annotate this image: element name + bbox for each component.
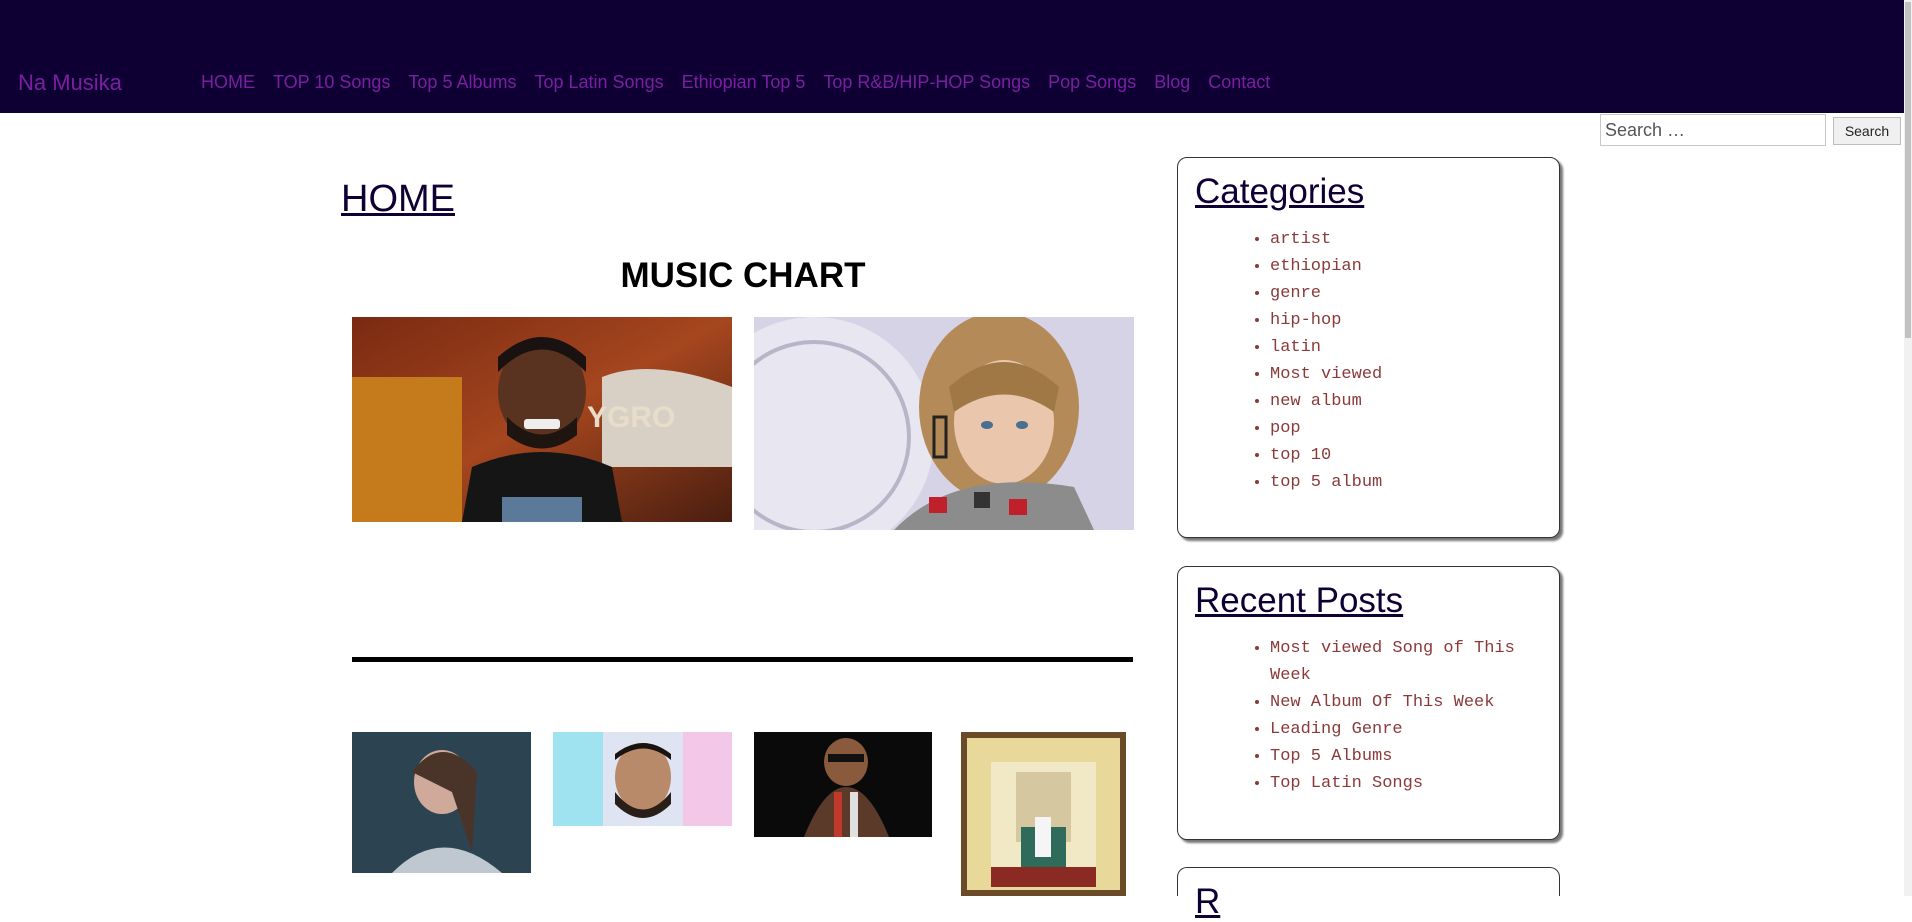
category-link-ethiopian[interactable]: ethiopian xyxy=(1270,257,1362,276)
categories-list: artist ethiopian genre hip-hop latin Mos… xyxy=(1252,226,1560,496)
nav-item-home[interactable]: HOME xyxy=(201,72,255,93)
categories-widget: Categories artist ethiopian genre hip-ho… xyxy=(1177,157,1560,538)
recent-post-link-top-5-albums[interactable]: Top 5 Albums xyxy=(1270,747,1392,766)
category-link-genre[interactable]: genre xyxy=(1270,284,1321,303)
category-item: ethiopian xyxy=(1270,253,1560,280)
third-widget-title: R xyxy=(1195,882,1221,921)
recent-post-item: Top 5 Albums xyxy=(1270,743,1560,770)
recent-post-link-top-latin-songs[interactable]: Top Latin Songs xyxy=(1270,774,1423,793)
third-widget: R xyxy=(1177,867,1560,921)
recent-post-link-most-viewed-song[interactable]: Most viewed Song of This Week xyxy=(1270,639,1515,685)
recent-post-item: New Album Of This Week xyxy=(1270,689,1560,716)
category-link-top-10[interactable]: top 10 xyxy=(1270,446,1331,465)
category-link-new-album[interactable]: new album xyxy=(1270,392,1362,411)
nav-item-pop-songs[interactable]: Pop Songs xyxy=(1048,72,1136,93)
page-title[interactable]: HOME xyxy=(341,178,455,221)
main-nav: HOME TOP 10 Songs Top 5 Albums Top Latin… xyxy=(201,72,1288,93)
scrollbar-thumb[interactable] xyxy=(1905,2,1911,338)
category-item: top 5 album xyxy=(1270,469,1560,496)
category-link-pop[interactable]: pop xyxy=(1270,419,1301,438)
site-header: Na Musika HOME TOP 10 Songs Top 5 Albums… xyxy=(0,0,1904,113)
recent-post-item: Most viewed Song of This Week xyxy=(1270,635,1560,689)
category-item: hip-hop xyxy=(1270,307,1560,334)
recent-post-link-leading-genre[interactable]: Leading Genre xyxy=(1270,720,1403,739)
category-link-most-viewed[interactable]: Most viewed xyxy=(1270,365,1382,384)
svg-text:YGRO: YGRO xyxy=(587,401,675,434)
nav-item-ethiopian-top-5[interactable]: Ethiopian Top 5 xyxy=(682,72,806,93)
section-divider xyxy=(352,657,1133,662)
category-link-top-5-album[interactable]: top 5 album xyxy=(1270,473,1382,492)
nav-item-contact[interactable]: Contact xyxy=(1208,72,1270,93)
page-scrollbar[interactable] xyxy=(1904,0,1912,896)
nav-item-top-latin-songs[interactable]: Top Latin Songs xyxy=(534,72,663,93)
categories-title: Categories xyxy=(1195,172,1365,211)
artist-thumbnail-1[interactable] xyxy=(352,732,531,873)
featured-artist-photo-1[interactable]: YGRO xyxy=(352,317,732,522)
recent-post-link-new-album[interactable]: New Album Of This Week xyxy=(1270,693,1494,712)
category-link-latin[interactable]: latin xyxy=(1270,338,1321,357)
recent-posts-widget: Recent Posts Most viewed Song of This We… xyxy=(1177,566,1560,840)
chart-heading: MUSIC CHART xyxy=(620,256,866,295)
category-item: genre xyxy=(1270,280,1560,307)
site-title-link[interactable]: Na Musika xyxy=(18,70,122,96)
category-item: top 10 xyxy=(1270,442,1560,469)
recent-post-item: Leading Genre xyxy=(1270,716,1560,743)
album-cover-thumbnail-4[interactable] xyxy=(961,732,1126,896)
artist-thumbnail-2[interactable] xyxy=(553,732,732,826)
search-button[interactable]: Search xyxy=(1833,117,1901,145)
category-link-hip-hop[interactable]: hip-hop xyxy=(1270,311,1341,330)
category-item: pop xyxy=(1270,415,1560,442)
nav-item-top-5-albums[interactable]: Top 5 Albums xyxy=(408,72,516,93)
category-item: latin xyxy=(1270,334,1560,361)
recent-post-item: Top Latin Songs xyxy=(1270,770,1560,797)
recent-posts-title: Recent Posts xyxy=(1195,581,1404,620)
category-item: Most viewed xyxy=(1270,361,1560,388)
nav-item-rnb-hiphop-songs[interactable]: Top R&B/HIP-HOP Songs xyxy=(823,72,1030,93)
recent-posts-list: Most viewed Song of This Week New Album … xyxy=(1252,635,1560,797)
category-item: new album xyxy=(1270,388,1560,415)
nav-item-top-10-songs[interactable]: TOP 10 Songs xyxy=(273,72,390,93)
nav-item-blog[interactable]: Blog xyxy=(1154,72,1190,93)
artist-thumbnail-3[interactable] xyxy=(754,732,932,837)
category-link-artist[interactable]: artist xyxy=(1270,230,1331,249)
search-input[interactable] xyxy=(1600,114,1826,146)
featured-artist-photo-2[interactable] xyxy=(754,317,1134,530)
category-item: artist xyxy=(1270,226,1560,253)
